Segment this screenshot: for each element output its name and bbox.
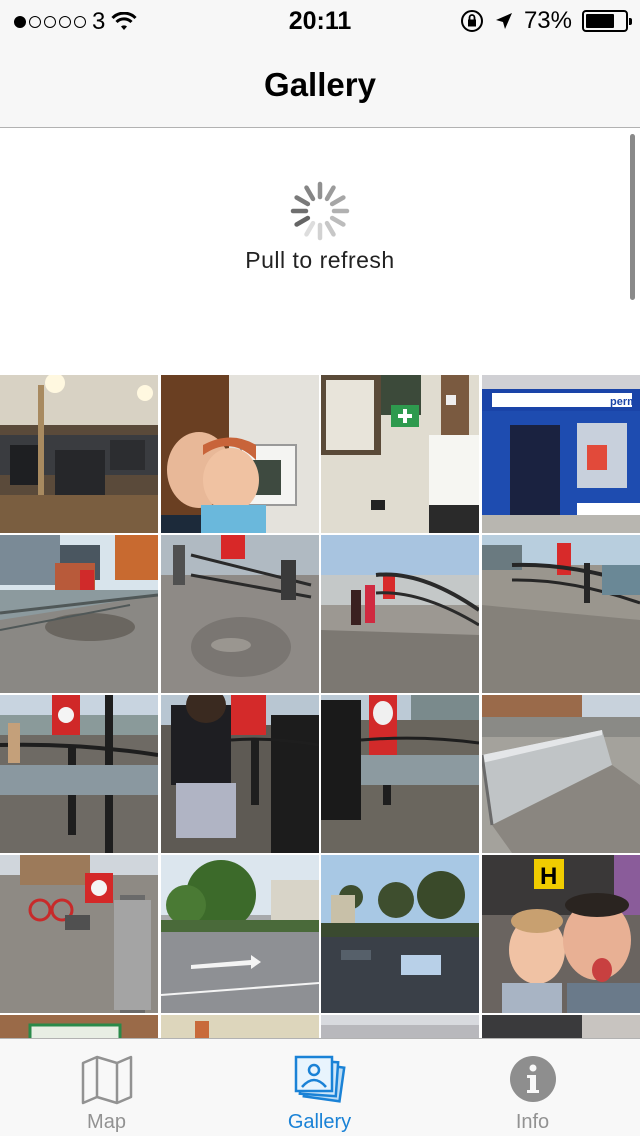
photo-thumbnail[interactable] xyxy=(0,855,158,1013)
spinner-spoke xyxy=(294,195,311,207)
tab-label: Gallery xyxy=(287,1111,352,1133)
photo-thumbnail[interactable] xyxy=(161,535,319,693)
photo-thumbnail[interactable] xyxy=(161,855,319,1013)
page-title: Gallery xyxy=(264,66,376,103)
svg-text:perma: perma xyxy=(610,396,640,408)
tab-label: Map xyxy=(87,1111,126,1133)
spinner-spoke xyxy=(304,220,316,237)
photo-thumbnail[interactable] xyxy=(321,1015,479,1038)
photo-thumbnail[interactable] xyxy=(0,1015,158,1038)
photo-thumbnail[interactable] xyxy=(321,855,479,1013)
photo-thumbnail[interactable] xyxy=(482,695,640,853)
scroll-indicator xyxy=(630,134,635,300)
svg-text:H: H xyxy=(540,863,557,890)
map-icon xyxy=(81,1055,132,1105)
photo-thumbnail[interactable] xyxy=(482,535,640,693)
rotation-lock-icon xyxy=(460,10,483,32)
spinner-spoke xyxy=(324,185,336,202)
tab-bar: Map Gallery Info xyxy=(0,1038,640,1136)
location-arrow-icon xyxy=(495,13,512,29)
spinner-spoke xyxy=(329,195,346,207)
info-icon xyxy=(509,1056,556,1102)
photo-thumbnail[interactable] xyxy=(321,695,479,853)
spinner-spoke xyxy=(304,185,316,202)
tab-map[interactable]: Map xyxy=(0,1039,213,1136)
spinner-spoke xyxy=(324,220,336,237)
photo-thumbnail[interactable] xyxy=(0,375,158,533)
navigation-bar: Gallery xyxy=(0,40,640,128)
photo-thumbnail[interactable] xyxy=(0,695,158,853)
activity-spinner-icon xyxy=(290,181,350,241)
photo-thumbnail[interactable] xyxy=(161,1015,319,1038)
tab-label: Info xyxy=(515,1111,550,1133)
photo-thumbnail[interactable]: perma xyxy=(482,375,640,533)
battery-percent: 73% xyxy=(523,7,572,34)
photo-thumbnail[interactable] xyxy=(161,375,319,533)
photo-thumbnail[interactable]: H xyxy=(482,855,640,1013)
status-bar: 3 20:11 73% xyxy=(0,0,640,40)
photo-thumbnail[interactable] xyxy=(482,1015,640,1038)
tab-info[interactable]: Info xyxy=(426,1039,639,1136)
photo-thumbnail[interactable] xyxy=(161,695,319,853)
status-right: 73% xyxy=(460,7,632,35)
spinner-spoke xyxy=(294,215,311,227)
pull-to-refresh[interactable]: Pull to refresh xyxy=(0,129,640,375)
spinner-spoke xyxy=(329,215,346,227)
photo-thumbnail[interactable] xyxy=(321,535,479,693)
tab-gallery[interactable]: Gallery xyxy=(213,1039,426,1136)
photo-thumbnail[interactable] xyxy=(0,535,158,693)
gallery-icon xyxy=(294,1055,346,1103)
battery-icon xyxy=(582,10,632,32)
refresh-label: Pull to refresh xyxy=(245,247,395,273)
photo-thumbnail[interactable] xyxy=(321,375,479,533)
photo-grid[interactable]: perma H xyxy=(0,375,640,1038)
